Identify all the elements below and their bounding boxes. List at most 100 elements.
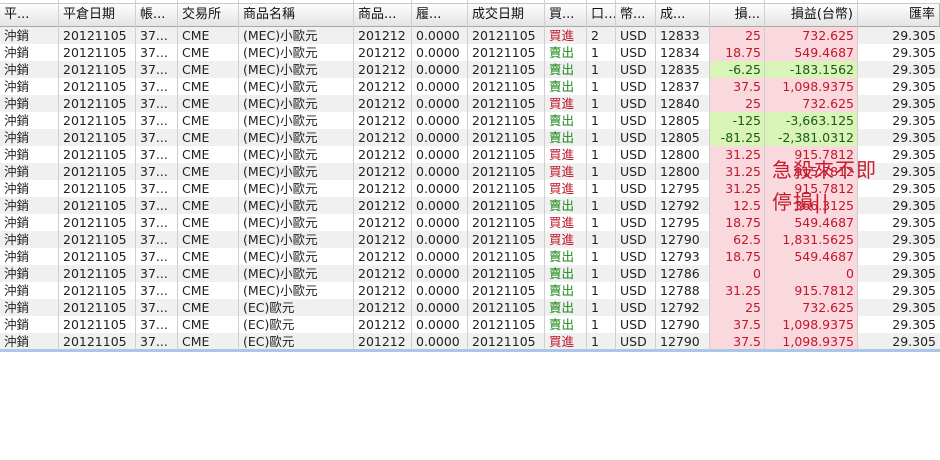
cell-trade-date: 20121105 [472,198,536,213]
cell-side: 賣出 [549,62,575,77]
cell-product-name: (MEC)小歐元 [243,249,318,264]
table-row[interactable]: 沖銷 20121105 37... CME (MEC)小歐元 201212 0.0000 20… [0,44,940,61]
cell-account: 37... [140,283,168,298]
cell-exchange: CME [182,62,210,77]
cell-contract-month: 201212 [358,79,406,94]
table-row[interactable]: 沖銷 20121105 37... CME (EC)歐元 201212 0.0000 2012… [0,316,940,333]
cell-price: 12833 [660,28,700,43]
cell-close-date: 20121105 [63,300,127,315]
cell-close-date: 20121105 [63,113,127,128]
cell-close-type: 沖銷 [4,300,30,315]
column-header-price[interactable]: 成... [656,4,710,26]
cell-exchange: CME [182,28,210,43]
cell-pnl: 18.75 [710,44,765,61]
table-row[interactable]: 沖銷 20121105 37... CME (MEC)小歐元 201212 0.0000 20… [0,282,940,299]
cell-pnl-twd: 732.625 [765,95,858,112]
cell-contract-month: 201212 [358,283,406,298]
table-row[interactable]: 沖銷 20121105 37... CME (MEC)小歐元 201212 0.0000 20… [0,112,940,129]
cell-contract-month: 201212 [358,62,406,77]
cell-pnl: 25 [710,27,765,44]
cell-currency: USD [620,113,647,128]
cell-trade-date: 20121105 [472,181,536,196]
handwritten-annotation: 急殺來不即 停損|| [772,154,877,218]
cell-exchange: CME [182,147,210,162]
cell-side: 買進 [549,215,575,230]
cell-lots: 1 [591,79,599,94]
cell-pnl: 31.25 [710,180,765,197]
cell-exchange: CME [182,113,210,128]
cell-close-type: 沖銷 [4,62,30,77]
column-header-account[interactable]: 帳... [136,4,178,26]
column-header-product-name[interactable]: 商品名稱 [239,4,354,26]
cell-close-type: 沖銷 [4,317,30,332]
table-row[interactable]: 沖銷 20121105 37... CME (MEC)小歐元 201212 0.0000 20… [0,27,940,44]
table-row[interactable]: 沖銷 20121105 37... CME (MEC)小歐元 201212 0.0000 20… [0,248,940,265]
cell-fx-rate: 29.305 [892,266,936,281]
column-header-pnl-twd[interactable]: 損益(台幣) [765,4,858,26]
cell-fx-rate: 29.305 [892,45,936,60]
cell-side: 賣出 [549,130,575,145]
table-row[interactable]: 沖銷 20121105 37... CME (EC)歐元 201212 0.0000 2012… [0,299,940,316]
cell-pnl: 31.25 [710,146,765,163]
table-row[interactable]: 沖銷 20121105 37... CME (MEC)小歐元 201212 0.0000 20… [0,265,940,282]
column-header-exchange[interactable]: 交易所 [178,4,239,26]
column-header-contract-month[interactable]: 商品... [354,4,412,26]
cell-price: 12805 [660,113,700,128]
column-header-currency[interactable]: 幣... [616,4,656,26]
cell-fx-rate: 29.305 [892,317,936,332]
cell-pnl-twd: 1,098.9375 [765,316,858,333]
cell-contract-month: 201212 [358,215,406,230]
cell-side: 買進 [549,147,575,162]
cell-close-type: 沖銷 [4,266,30,281]
column-header-close-type[interactable]: 平... [0,4,59,26]
cell-side: 賣出 [549,198,575,213]
cell-currency: USD [620,79,647,94]
cell-lots: 1 [591,164,599,179]
cell-pnl: 25 [710,299,765,316]
table-row[interactable]: 沖銷 20121105 37... CME (EC)歐元 201212 0.0000 2012… [0,333,940,350]
cell-currency: USD [620,164,647,179]
cell-account: 37... [140,130,168,145]
column-header-fx-rate[interactable]: 匯率 [858,4,940,26]
cell-product-name: (EC)歐元 [243,334,295,349]
cell-fx-rate: 29.305 [892,96,936,111]
cell-contract-month: 201212 [358,317,406,332]
cell-pnl-twd: 549.4687 [765,248,858,265]
cell-close-type: 沖銷 [4,147,30,162]
column-header-close-date[interactable]: 平倉日期 [59,4,136,26]
cell-close-date: 20121105 [63,147,127,162]
cell-exchange: CME [182,249,210,264]
cell-side: 賣出 [549,79,575,94]
cell-price: 12786 [660,266,700,281]
cell-product-name: (MEC)小歐元 [243,164,318,179]
column-header-lots[interactable]: 口... [587,4,616,26]
cell-price: 12835 [660,62,700,77]
cell-fx-rate: 29.305 [892,300,936,315]
column-divider [353,0,354,350]
table-row[interactable]: 沖銷 20121105 37... CME (MEC)小歐元 201212 0.0000 20… [0,231,940,248]
cell-fx-rate: 29.305 [892,283,936,298]
cell-contract-month: 201212 [358,232,406,247]
column-header-strike[interactable]: 履... [412,4,468,26]
cell-strike: 0.0000 [416,164,460,179]
cell-fx-rate: 29.305 [892,62,936,77]
cell-pnl-twd: -3,663.125 [765,112,858,129]
column-header-trade-date[interactable]: 成交日期 [468,4,545,26]
cell-price: 12840 [660,96,700,111]
cell-fx-rate: 29.305 [892,232,936,247]
table-row[interactable]: 沖銷 20121105 37... CME (MEC)小歐元 201212 0.0000 20… [0,129,940,146]
cell-lots: 1 [591,198,599,213]
column-header-side[interactable]: 買... [545,4,587,26]
cell-pnl: 31.25 [710,163,765,180]
cell-trade-date: 20121105 [472,334,536,349]
cell-lots: 1 [591,113,599,128]
table-row[interactable]: 沖銷 20121105 37... CME (MEC)小歐元 201212 0.0000 20… [0,95,940,112]
cell-product-name: (MEC)小歐元 [243,232,318,247]
cell-price: 12800 [660,147,700,162]
cell-account: 37... [140,62,168,77]
column-header-pnl[interactable]: 損... [710,4,765,26]
table-row[interactable]: 沖銷 20121105 37... CME (MEC)小歐元 201212 0.0000 20… [0,61,940,78]
cell-exchange: CME [182,215,210,230]
table-row[interactable]: 沖銷 20121105 37... CME (MEC)小歐元 201212 0.0000 20… [0,78,940,95]
selected-row-edge[interactable] [0,349,940,352]
